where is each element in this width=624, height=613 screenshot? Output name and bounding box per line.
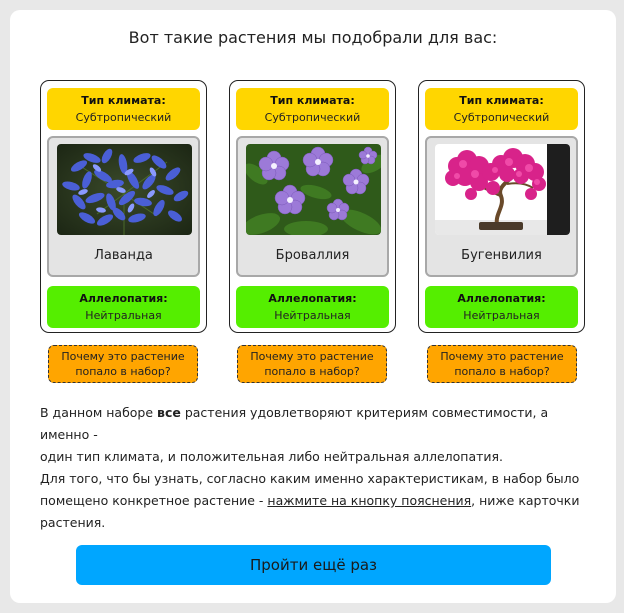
- climate-box: Тип климата: Субтропический: [236, 88, 389, 130]
- allelopathy-box: Аллелопатия: Нейтральная: [236, 286, 389, 328]
- climate-value: Субтропический: [453, 111, 550, 124]
- plant-card-bougainvillea: Тип климата: Субтропический Бугенвилия А…: [418, 80, 585, 333]
- climate-value: Субтропический: [264, 111, 361, 124]
- bougainvillea-bonsai-photo: [435, 144, 570, 235]
- climate-value: Субтропический: [75, 111, 172, 124]
- why-button-line2: попало в набор?: [454, 365, 550, 378]
- info-paragraph-explanation: Для того, что бы узнать, согласно каким …: [40, 468, 586, 534]
- browallia-flower-photo: [246, 144, 381, 235]
- climate-label: Тип климата:: [459, 94, 544, 107]
- plant-box: Лаванда: [47, 136, 200, 277]
- why-button-line2: попало в набор?: [75, 365, 171, 378]
- allelopathy-label: Аллелопатия:: [79, 292, 168, 305]
- climate-box: Тип климата: Субтропический: [47, 88, 200, 130]
- plant-card-browallia: Тип климата: Субтропический Броваллия Ал…: [229, 80, 396, 333]
- plant-name: Лаванда: [94, 248, 153, 263]
- plant-box: Броваллия: [236, 136, 389, 277]
- info-paragraph-compatibility: В данном наборе все растения удовлетворя…: [40, 402, 586, 468]
- page-title: Вот такие растения мы подобрали для вас:: [128, 28, 498, 47]
- why-button-line1: Почему это растение: [61, 350, 185, 363]
- allelopathy-box: Аллелопатия: Нейтральная: [425, 286, 578, 328]
- climate-label: Тип климата:: [81, 94, 166, 107]
- climate-box: Тип климата: Субтропический: [425, 88, 578, 130]
- why-button-bougainvillea[interactable]: Почему это растение попало в набор?: [427, 345, 577, 383]
- why-button-line1: Почему это растение: [250, 350, 374, 363]
- plant-box: Бугенвилия: [425, 136, 578, 277]
- allelopathy-value: Нейтральная: [85, 309, 162, 322]
- plant-name: Броваллия: [275, 248, 350, 263]
- why-button-lavender[interactable]: Почему это растение попало в набор?: [48, 345, 198, 383]
- allelopathy-label: Аллелопатия:: [457, 292, 546, 305]
- why-button-browallia[interactable]: Почему это растение попало в набор?: [237, 345, 387, 383]
- info-bold-all: все: [157, 405, 181, 420]
- results-panel: Вот такие растения мы подобрали для вас:…: [10, 10, 616, 603]
- plant-card-lavender: Тип климата: Субтропический Лаванда Алле…: [40, 80, 207, 333]
- why-button-line2: попало в набор?: [264, 365, 360, 378]
- info-text: один тип климата, и положительная либо н…: [40, 449, 504, 464]
- info-text: помещено конкретное растение -: [40, 493, 268, 508]
- allelopathy-value: Нейтральная: [274, 309, 351, 322]
- climate-label: Тип климата:: [270, 94, 355, 107]
- info-text: , ниже карточки: [471, 493, 580, 508]
- retry-button[interactable]: Пройти ещё раз: [76, 545, 551, 585]
- allelopathy-label: Аллелопатия:: [268, 292, 357, 305]
- info-text: растения.: [40, 515, 106, 530]
- explanation-link[interactable]: нажмите на кнопку пояснения: [267, 493, 471, 508]
- allelopathy-value: Нейтральная: [463, 309, 540, 322]
- info-text: В данном наборе: [40, 405, 158, 420]
- allelopathy-box: Аллелопатия: Нейтральная: [47, 286, 200, 328]
- info-text: Для того, что бы узнать, согласно каким …: [40, 471, 580, 486]
- why-button-line1: Почему это растение: [440, 350, 564, 363]
- plant-name: Бугенвилия: [461, 248, 542, 263]
- agapanthus-flower-photo: [57, 144, 192, 235]
